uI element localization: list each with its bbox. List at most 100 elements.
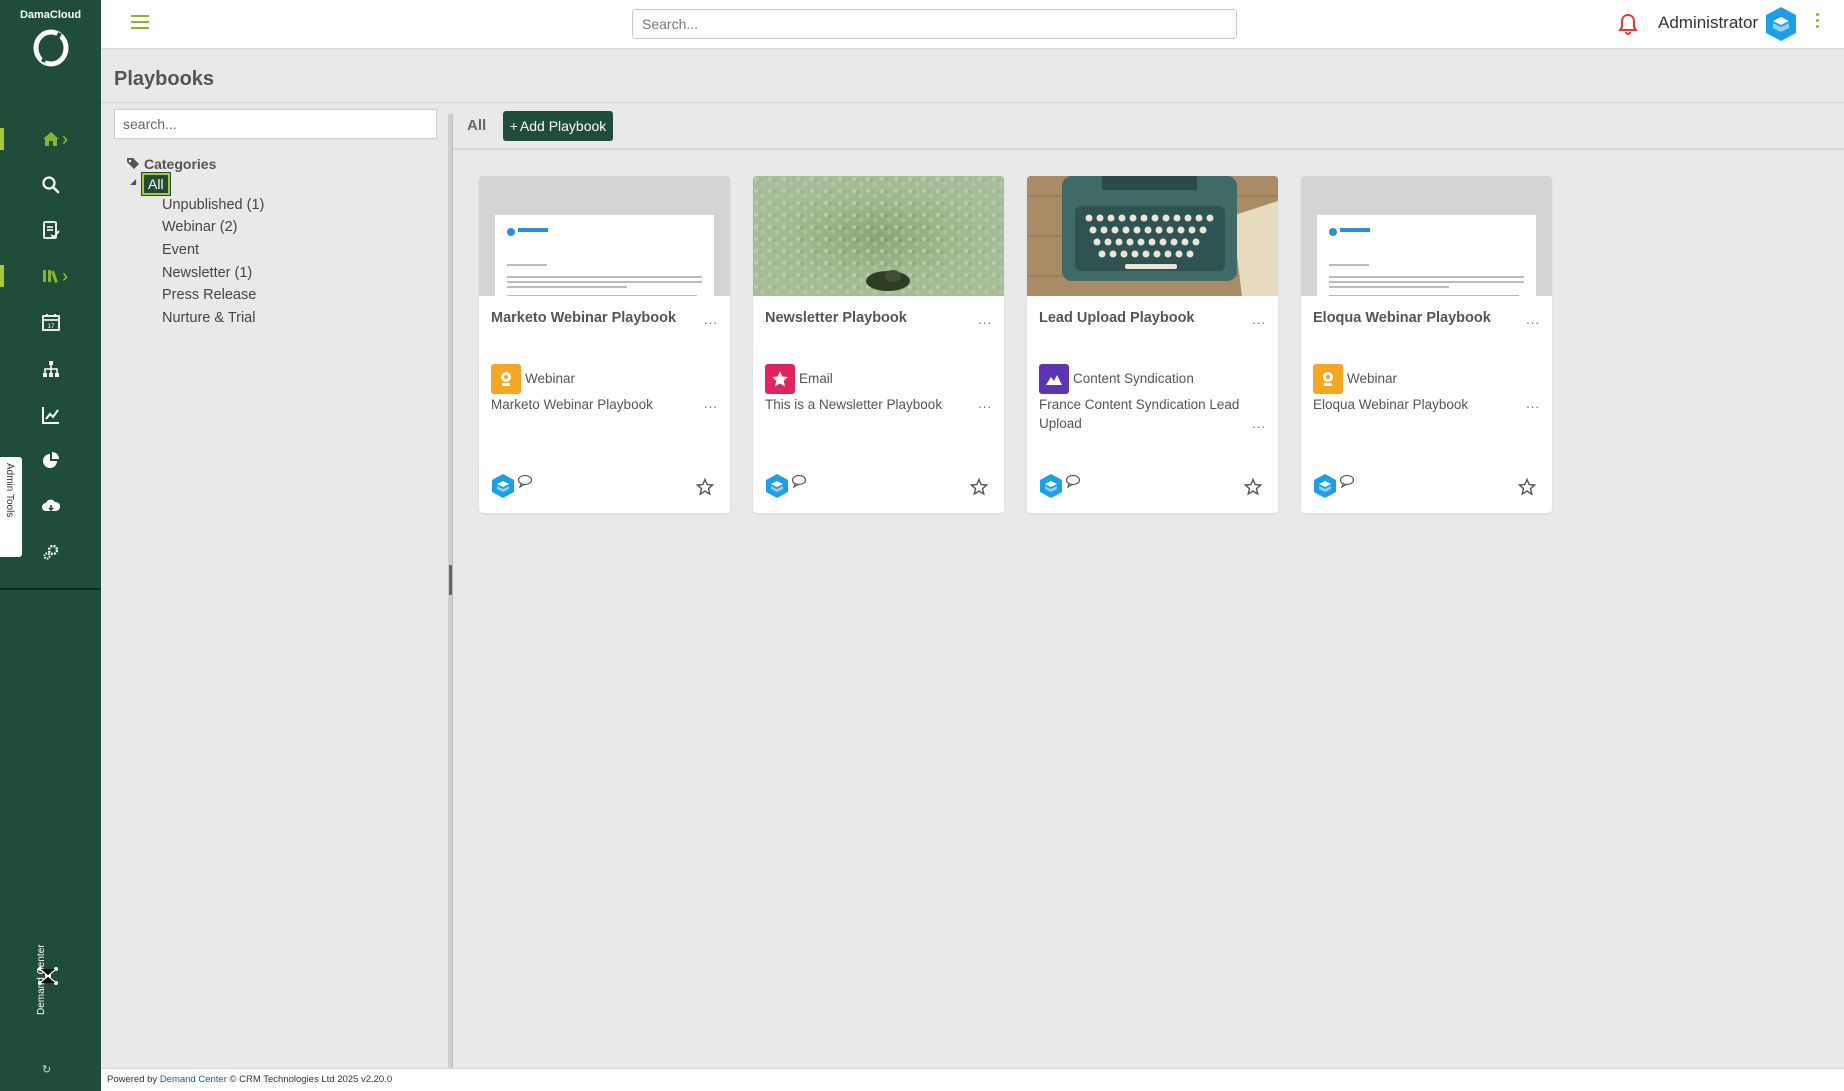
filter-bar: All + Add Playbook — [453, 103, 1844, 150]
line-chart-icon — [41, 407, 59, 424]
user-name[interactable]: Administrator — [1658, 13, 1758, 33]
refresh-icon[interactable]: ↻ — [42, 1063, 51, 1076]
top-bar: Administrator — [101, 0, 1844, 49]
type-badge — [1039, 364, 1069, 394]
description-menu-icon[interactable]: ... — [704, 396, 718, 411]
plus-icon: + — [509, 118, 518, 134]
footer-copyright: © CRM Technologies Ltd 2025 v2.20.0 — [229, 1074, 393, 1085]
owner-avatar-icon — [766, 474, 788, 498]
card-description: Eloqua Webinar Playbook — [1313, 397, 1469, 412]
type-label: Email — [799, 371, 833, 386]
chevron-right-icon: › — [62, 266, 68, 286]
sidebar-item-library[interactable]: › — [0, 256, 101, 296]
footer-link[interactable]: Demand Center — [160, 1074, 227, 1085]
typewriter-photo-image — [1027, 176, 1278, 296]
owner-avatar-icon — [1040, 474, 1062, 498]
webinar-icon — [1323, 372, 1333, 386]
category-item-event[interactable]: Event — [162, 242, 199, 258]
card-thumbnail — [1301, 176, 1552, 296]
footer: Powered by Demand Center © CRM Technolog… — [101, 1068, 1844, 1091]
favorite-star-icon[interactable] — [1518, 478, 1536, 496]
category-all[interactable]: All — [141, 172, 171, 196]
chevron-right-icon: › — [62, 129, 68, 149]
favorite-star-icon[interactable] — [1244, 478, 1262, 496]
sidebar-item-tasks[interactable] — [0, 210, 101, 250]
sidebar-item-hierarchy[interactable] — [0, 349, 101, 389]
card-menu-icon[interactable]: ... — [1526, 312, 1540, 327]
category-item-press-release[interactable]: Press Release — [162, 287, 256, 303]
card-thumbnail — [479, 176, 730, 296]
library-icon — [42, 270, 58, 283]
menu-toggle-icon[interactable] — [131, 15, 149, 29]
more-options-icon[interactable] — [1814, 13, 1820, 33]
description-menu-icon[interactable]: ... — [1526, 396, 1540, 411]
category-item-nurture-trial[interactable]: Nurture & Trial — [162, 310, 255, 326]
footer-powered-by: Powered by — [107, 1074, 158, 1085]
cloud-icon — [41, 499, 60, 512]
comment-icon[interactable] — [1339, 474, 1355, 488]
card-title[interactable]: Eloqua Webinar Playbook — [1313, 310, 1491, 326]
card-title[interactable]: Lead Upload Playbook — [1039, 310, 1195, 326]
card-description: France Content Syndication Lead Upload — [1039, 397, 1240, 431]
category-item-unpublished[interactable]: Unpublished (1) — [162, 197, 264, 213]
pie-chart-icon — [42, 452, 59, 468]
sidebar-item-home[interactable]: › — [0, 119, 101, 159]
playbook-card[interactable]: Eloqua Webinar Playbook ... Webinar Eloq… — [1301, 176, 1552, 513]
card-description: This is a Newsletter Playbook — [765, 397, 943, 412]
category-search-input[interactable] — [114, 109, 437, 139]
gears-icon — [42, 544, 58, 560]
panel-grip[interactable] — [449, 565, 452, 595]
add-playbook-label: Add Playbook — [519, 118, 607, 134]
global-search-input[interactable] — [632, 9, 1237, 39]
sidebar-divider — [0, 588, 101, 590]
category-item-newsletter[interactable]: Newsletter (1) — [162, 265, 252, 281]
description-menu-icon[interactable]: ... — [978, 396, 992, 411]
tags-icon — [127, 158, 139, 169]
content-syndication-icon — [1046, 375, 1062, 385]
card-title[interactable]: Newsletter Playbook — [765, 310, 907, 326]
playbook-card[interactable]: Newsletter Playbook ... Email This is a … — [753, 176, 1004, 513]
type-label: Webinar — [525, 371, 576, 386]
filter-tab-all[interactable]: All — [467, 117, 486, 134]
playbook-card[interactable]: Marketo Webinar Playbook ... Webinar Mar… — [479, 176, 730, 513]
add-playbook-button[interactable]: + Add Playbook — [503, 111, 613, 141]
owner-avatar-icon — [492, 474, 514, 498]
page-title: Playbooks — [114, 68, 215, 90]
user-avatar-icon[interactable] — [1764, 6, 1798, 42]
demand-center-logo-icon — [38, 967, 58, 985]
admin-tools-tab[interactable]: Admin Tools — [0, 457, 22, 557]
brand-name: DamaCloud — [19, 9, 82, 21]
sidebar-item-analytics[interactable] — [0, 395, 101, 435]
sidebar-item-calendar[interactable]: 17 — [0, 302, 101, 342]
playbook-card[interactable]: Lead Upload Playbook ... Content Syndica… — [1027, 176, 1278, 513]
categories-heading-label: Categories — [144, 156, 217, 172]
checklist-icon — [42, 221, 60, 239]
type-label: Webinar — [1347, 371, 1398, 386]
webinar-icon — [501, 372, 511, 386]
comment-icon[interactable] — [1065, 474, 1081, 488]
card-menu-icon[interactable]: ... — [978, 312, 992, 327]
document-preview — [1317, 215, 1536, 296]
type-badge — [1313, 364, 1343, 394]
search-icon — [41, 176, 59, 194]
email-star-icon — [772, 371, 788, 387]
categories-heading: Categories — [126, 156, 216, 172]
description-menu-icon[interactable]: ... — [1252, 416, 1266, 431]
sidebar-item-search[interactable] — [0, 165, 101, 205]
card-menu-icon[interactable]: ... — [1252, 312, 1266, 327]
card-description: Marketo Webinar Playbook — [491, 397, 653, 412]
category-item-webinar[interactable]: Webinar (2) — [162, 219, 237, 235]
comment-icon[interactable] — [517, 474, 533, 488]
favorite-star-icon[interactable] — [970, 478, 988, 496]
brand-logo-icon[interactable] — [33, 28, 69, 68]
collapse-toggle-icon[interactable]: ◢ — [130, 177, 136, 186]
type-label: Content Syndication — [1073, 371, 1194, 386]
calendar-icon: 17 — [41, 314, 60, 331]
card-menu-icon[interactable]: ... — [704, 312, 718, 327]
notification-bell-icon[interactable] — [1618, 13, 1638, 35]
comment-icon[interactable] — [791, 474, 807, 488]
card-title[interactable]: Marketo Webinar Playbook — [491, 310, 676, 326]
admin-tools-label: Admin Tools — [4, 463, 15, 518]
favorite-star-icon[interactable] — [696, 478, 714, 496]
document-preview — [495, 215, 714, 296]
